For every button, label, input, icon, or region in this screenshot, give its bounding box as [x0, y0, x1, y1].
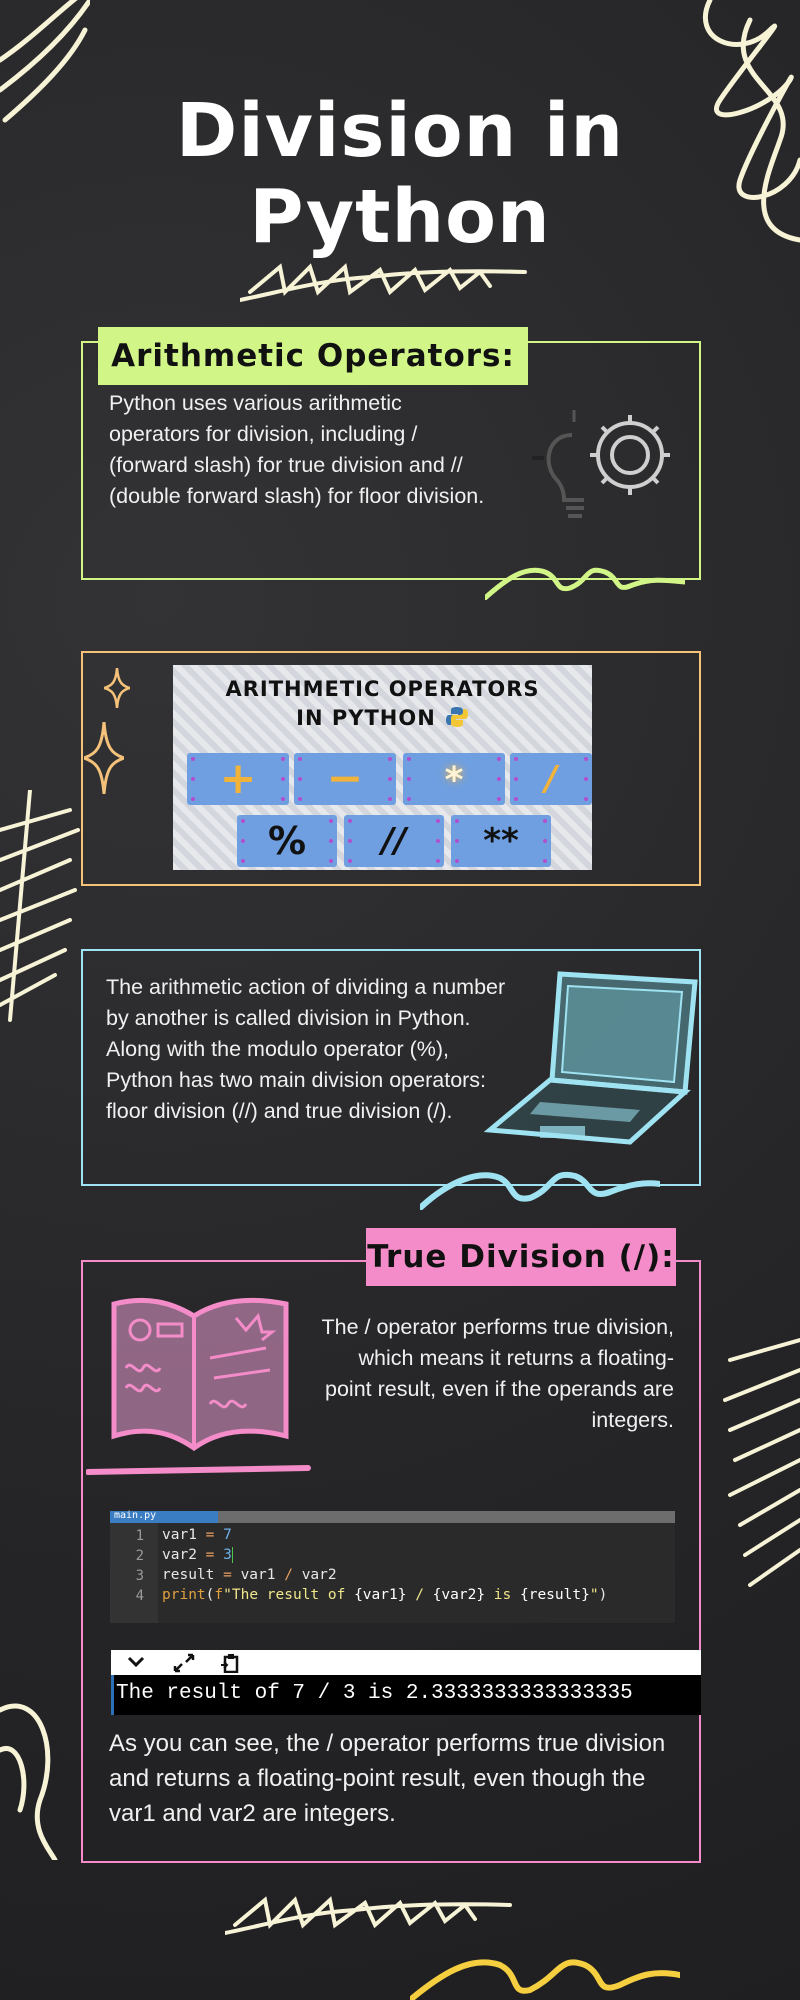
- true-division-text: The / operator performs true division, w…: [321, 1315, 674, 1432]
- page-title-line1: Division in: [175, 88, 625, 174]
- expand-icon[interactable]: [173, 1653, 195, 1673]
- line-number: 3: [135, 1568, 144, 1584]
- cyan-wave-decoration: [420, 1171, 660, 1210]
- tile-dot: [436, 839, 440, 843]
- chevron-down-icon[interactable]: [127, 1655, 145, 1669]
- lightbulb-gear-icon: [532, 410, 670, 518]
- operators-image-heading-line1: ARITHMETIC OPERATORS: [225, 677, 540, 701]
- operator-symbol-minus: −: [326, 753, 364, 804]
- open-book-icon: [86, 1297, 311, 1475]
- operator-tile-divide: /: [510, 753, 592, 805]
- left-scribble-middle: [0, 790, 80, 1022]
- division-intro-text: The arithmetic action of dividing a numb…: [106, 975, 506, 1123]
- right-scribble-middle: [723, 1338, 800, 1587]
- tile-dot: [298, 777, 302, 781]
- code-line-2: var2 = 3: [162, 1547, 233, 1563]
- tile-dot: [281, 777, 285, 781]
- code-line-3: result = var1 / var2: [162, 1567, 337, 1583]
- operator-symbol-multiply: *: [444, 760, 464, 801]
- sparkle-icon-small: [104, 668, 130, 708]
- terminal-output: The result of 7 / 3 is 2.333333333333333…: [111, 1675, 701, 1715]
- true-division-conclusion: As you can see, the / operator performs …: [109, 1730, 666, 1827]
- operators-image-heading-line2: IN PYTHON: [173, 705, 592, 730]
- tile-dot: [298, 757, 302, 761]
- tile-dot: [191, 757, 195, 761]
- true-division-tag: True Division (/):: [366, 1228, 676, 1286]
- operator-tile-minus: −: [294, 753, 396, 805]
- operator-tile-multiply: *: [403, 753, 505, 805]
- tile-dot: [455, 819, 459, 823]
- tile-dot: [388, 777, 392, 781]
- tile-dot: [455, 839, 459, 843]
- tile-dot: [348, 859, 352, 863]
- arithmetic-operators-text: Python uses various arithmetic operators…: [109, 391, 485, 508]
- tile-dot: [298, 797, 302, 801]
- title-underline-scribble: [240, 263, 527, 302]
- tile-dot: [497, 757, 501, 761]
- left-scribble-bottom: [0, 1703, 58, 1860]
- tile-dot: [241, 839, 245, 843]
- operator-symbol-floor-divide: //: [381, 821, 407, 861]
- operator-symbol-divide: /: [544, 759, 558, 799]
- page-title-line2: Python: [249, 174, 551, 260]
- tile-dot: [584, 797, 588, 801]
- tile-dot: [584, 777, 588, 781]
- tile-dot: [329, 819, 333, 823]
- bottom-scribble: [225, 1896, 512, 1935]
- operator-symbol-power: **: [483, 821, 519, 861]
- tile-dot: [407, 777, 411, 781]
- tile-dot: [407, 757, 411, 761]
- operators-image: ARITHMETIC OPERATORS IN PYTHON + − * / %…: [173, 665, 592, 870]
- tile-dot: [281, 797, 285, 801]
- tile-dot: [436, 819, 440, 823]
- operator-symbol-plus: +: [219, 753, 257, 804]
- clipboard-icon[interactable]: [219, 1653, 241, 1673]
- tile-dot: [497, 777, 501, 781]
- tile-dot: [497, 797, 501, 801]
- operator-tile-power: **: [451, 815, 551, 867]
- tile-dot: [388, 797, 392, 801]
- tile-dot: [191, 777, 195, 781]
- line-number: 2: [135, 1548, 144, 1564]
- python-logo-icon: [445, 707, 468, 727]
- tile-dot: [329, 839, 333, 843]
- tile-dot: [348, 819, 352, 823]
- laptop-icon: [483, 971, 698, 1145]
- operator-tile-modulo: %: [237, 815, 337, 867]
- bottom-yellow-wave: [410, 1959, 680, 2000]
- tile-dot: [348, 839, 352, 843]
- green-wave-decoration: [485, 567, 685, 600]
- tile-dot: [191, 797, 195, 801]
- tile-dot: [281, 757, 285, 761]
- tile-dot: [543, 839, 547, 843]
- page-title: Division in Python: [0, 88, 800, 260]
- tile-dot: [514, 797, 518, 801]
- tile-dot: [514, 757, 518, 761]
- arithmetic-operators-tag: Arithmetic Operators:: [98, 327, 528, 385]
- line-number: 4: [135, 1588, 144, 1604]
- line-number: 1: [135, 1528, 144, 1544]
- operator-symbol-modulo: %: [267, 819, 307, 863]
- operator-tile-floor-divide: //: [344, 815, 444, 867]
- tile-dot: [584, 757, 588, 761]
- sparkle-icon-large: [84, 722, 124, 794]
- code-editor: main.py 1 2 3 4 var1 = 7 var2 = 3 result…: [110, 1511, 675, 1623]
- tile-dot: [329, 859, 333, 863]
- code-line-4: print(f"The result of {var1} / {var2} is…: [162, 1587, 608, 1603]
- code-file-tab[interactable]: main.py: [110, 1511, 218, 1523]
- operator-tile-plus: +: [187, 753, 289, 805]
- tile-dot: [543, 819, 547, 823]
- tile-dot: [241, 819, 245, 823]
- tile-dot: [543, 859, 547, 863]
- code-line-1: var1 = 7: [162, 1527, 232, 1543]
- tile-dot: [407, 797, 411, 801]
- tile-dot: [388, 757, 392, 761]
- tile-dot: [436, 859, 440, 863]
- tile-dot: [455, 859, 459, 863]
- tile-dot: [514, 777, 518, 781]
- tile-dot: [241, 859, 245, 863]
- terminal-toolbar: [111, 1650, 701, 1675]
- operators-image-heading-line2-text: IN PYTHON: [296, 706, 436, 730]
